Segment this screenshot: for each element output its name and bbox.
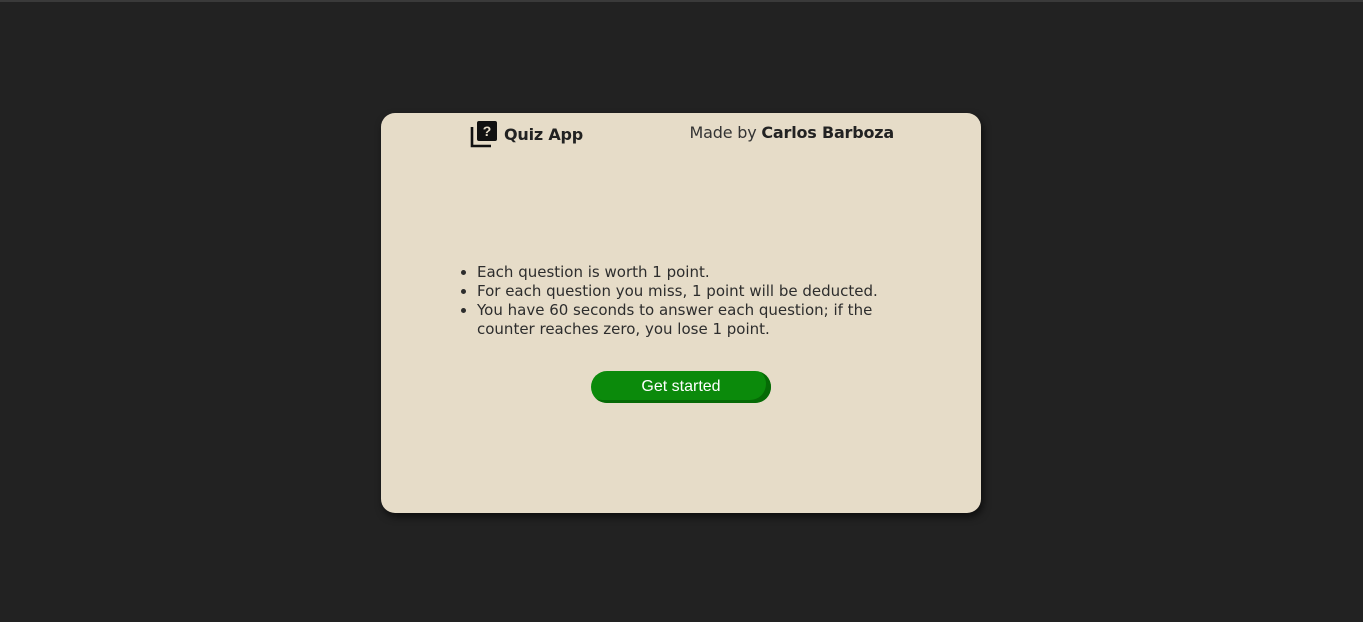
rule-item: You have 60 seconds to answer each quest… bbox=[477, 301, 897, 339]
credit-prefix: Made by bbox=[689, 123, 757, 142]
app-brand: ? Quiz App bbox=[470, 120, 583, 148]
get-started-button[interactable]: Get started bbox=[591, 371, 771, 403]
rules-list: Each question is worth 1 point. For each… bbox=[459, 263, 897, 339]
app-title: Quiz App bbox=[504, 124, 584, 144]
credit-author: Carlos Barboza bbox=[761, 123, 894, 142]
quiz-card: ? Quiz App Made by Carlos Barboza Each q… bbox=[381, 113, 981, 513]
author-credit: Made by Carlos Barboza bbox=[689, 123, 895, 142]
rule-item: For each question you miss, 1 point will… bbox=[477, 282, 897, 301]
rule-item: Each question is worth 1 point. bbox=[477, 263, 897, 282]
svg-text:?: ? bbox=[483, 123, 492, 139]
quiz-question-icon: ? bbox=[470, 121, 497, 148]
window-top-border bbox=[0, 0, 1363, 2]
